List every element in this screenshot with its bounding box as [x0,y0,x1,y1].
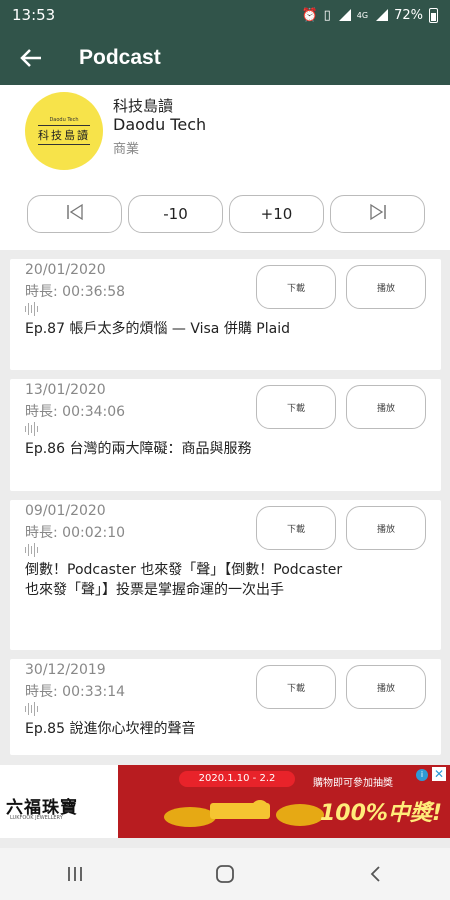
episode-title: Ep.87 帳戶太多的煩惱 — Visa 併購 Plaid [25,321,290,337]
ad-info-icon[interactable]: i [416,769,428,781]
battery-icon [429,7,438,23]
recents-icon[interactable] [40,854,110,894]
download-button[interactable]: 下載 [256,385,336,429]
ad-close-icon[interactable]: ✕ [432,767,446,781]
rewind-button[interactable]: -10 [128,195,223,233]
episode-date: 13/01/2020 [25,382,106,398]
ad-date-range: 2020.1.10 - 2.2 [179,771,295,787]
play-button[interactable]: 播放 [346,385,426,429]
skip-next-button[interactable] [330,195,425,233]
episode-duration: 時長: 00:02:10 [25,525,126,541]
waveform-icon [25,302,38,316]
play-button[interactable]: 播放 [346,665,426,709]
podcast-name-en: Daodu Tech [113,115,207,134]
signal-icon [374,9,389,21]
podcast-logo: Daodu Tech 科技島讀 [25,92,103,170]
episode-duration: 時長: 00:36:58 [25,284,126,300]
skip-previous-button[interactable] [27,195,122,233]
app-bar: Podcast [0,30,450,85]
episode-title: Ep.85 說進你心坎裡的聲音 [25,721,196,737]
ad-promo: 購物即可參加抽獎 [313,778,393,789]
episode-date: 20/01/2020 [25,262,106,278]
download-button[interactable]: 下載 [256,506,336,550]
episode-title: Ep.86 台灣的兩大障礙：商品與服務 [25,441,252,457]
episode-card[interactable]: 13/01/2020 時長: 00:34:06 Ep.86 台灣的兩大障礙：商品… [10,379,441,491]
home-icon[interactable] [190,854,260,894]
status-icons: ⏰ ▯ 4G 72% [301,7,438,23]
skip-next-icon [368,203,388,225]
skip-previous-icon [65,203,85,225]
episode-card[interactable]: 09/01/2020 時長: 00:02:10 倒數！Podcaster 也來發… [10,500,441,650]
data-icon: 4G [356,10,369,20]
alarm-icon: ⏰ [301,7,318,23]
episode-date: 30/12/2019 [25,662,106,678]
episode-card[interactable]: 30/12/2019 時長: 00:33:14 Ep.85 說進你心坎裡的聲音 … [10,659,441,755]
episode-title: 倒數！Podcaster 也來發「聲」【倒數！Podcaster 也來發「聲」】… [25,562,343,598]
page-title: Podcast [79,45,161,69]
episode-duration: 時長: 00:33:14 [25,684,126,700]
episode-duration: 時長: 00:34:06 [25,404,126,420]
download-button[interactable]: 下載 [256,265,336,309]
podcast-header: Daodu Tech 科技島讀 科技島讀 Daodu Tech 商業 -10 +… [0,85,450,250]
ad-headline: 100%中獎! [320,801,442,826]
play-button[interactable]: 播放 [346,506,426,550]
play-button[interactable]: 播放 [346,265,426,309]
arrow-left-icon[interactable] [0,30,62,85]
ad-brand-panel: 六福珠寶 LUKFOOK JEWELLERY [0,765,118,838]
waveform-icon [25,702,38,716]
ad-brand-en: LUKFOOK JEWELLERY [10,815,63,821]
ad-gold-image [164,800,324,827]
forward-button[interactable]: +10 [229,195,324,233]
playback-controls: -10 +10 [27,195,425,233]
vibrate-icon: ▯ [323,7,331,23]
waveform-icon [25,422,38,436]
download-button[interactable]: 下載 [256,665,336,709]
ad-banner[interactable]: 六福珠寶 LUKFOOK JEWELLERY 2020.1.10 - 2.2 購… [0,765,450,838]
waveform-icon [25,543,38,557]
back-icon[interactable] [340,854,410,894]
episode-date: 09/01/2020 [25,503,106,519]
podcast-category: 商業 [113,142,140,157]
podcast-name: 科技島讀 [113,97,174,115]
episode-card[interactable]: 20/01/2020 時長: 00:36:58 Ep.87 帳戶太多的煩惱 — … [10,259,441,370]
status-time: 13:53 [12,6,56,24]
battery-text: 72% [394,7,423,23]
system-nav-bar [0,848,450,900]
logo-subtext: Daodu Tech [49,117,79,123]
logo-text: 科技島讀 [38,125,90,145]
signal-icon [337,9,351,21]
status-bar: 13:53 ⏰ ▯ 4G 72% [0,0,450,30]
